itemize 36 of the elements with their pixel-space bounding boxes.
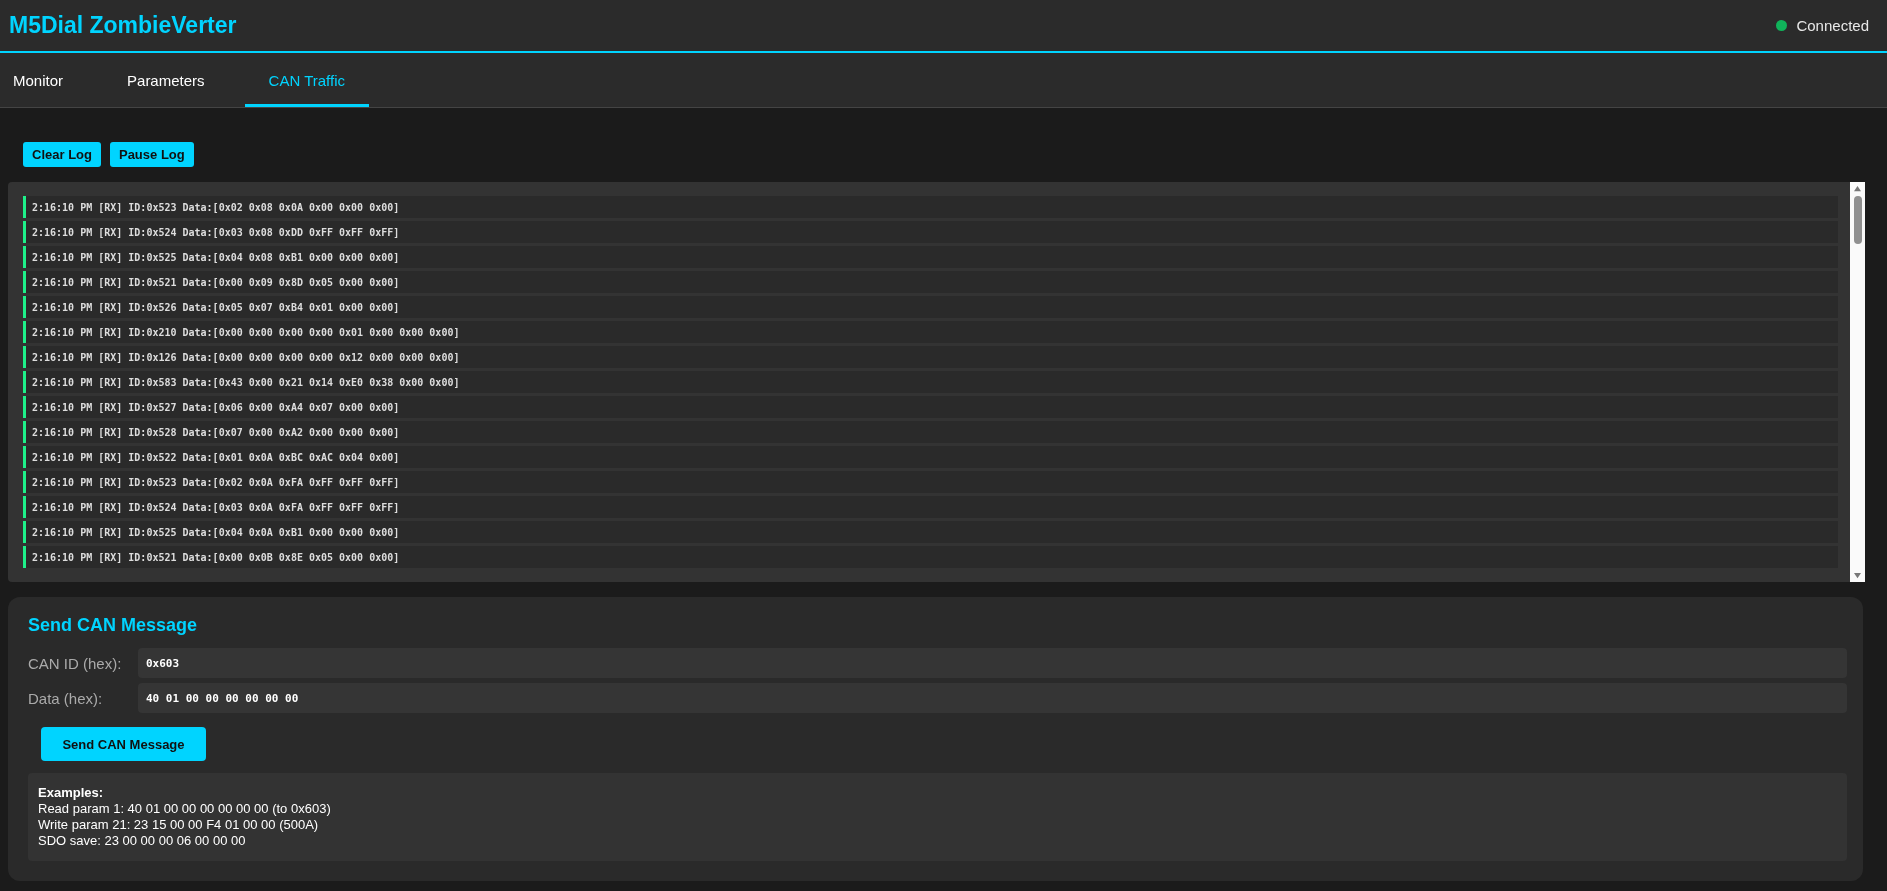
log-entry: 2:16:10 PM [RX] ID:0x524 Data:[0x03 0x0A 0xFA 0xFF 0xFF 0xFF] [23, 496, 1838, 518]
input-field[interactable]: 40 01 00 00 00 00 00 00 [138, 683, 1847, 713]
log-button[interactable]: Clear Log [23, 142, 101, 167]
scrollbar[interactable] [1850, 182, 1865, 582]
log-entry: 2:16:10 PM [RX] ID:0x524 Data:[0x03 0x08 0xDD 0xFF 0xFF 0xFF] [23, 221, 1838, 243]
tab[interactable]: Monitor [0, 53, 88, 107]
scroll-down-icon[interactable] [1853, 572, 1862, 579]
field-label: Data (hex): [28, 689, 104, 707]
log-entry: 2:16:10 PM [RX] ID:0x523 Data:[0x02 0x08 0x0A 0x00 0x00 0x00] [23, 196, 1838, 218]
log-button[interactable]: Pause Log [109, 142, 194, 167]
section-title: Send CAN Message [28, 615, 199, 636]
send-button[interactable]: Send CAN Message [41, 727, 206, 761]
log-entry: 2:16:10 PM [RX] ID:0x525 Data:[0x04 0x08 0xB1 0x00 0x00 0x00] [23, 246, 1838, 268]
example-line: SDO save: 23 00 00 00 06 00 00 00 [38, 833, 247, 849]
log-entry: 2:16:10 PM [RX] ID:0x583 Data:[0x43 0x00 0x21 0x14 0xE0 0x38 0x00 0x00] [23, 371, 1838, 393]
log-entry: 2:16:10 PM [RX] ID:0x521 Data:[0x00 0x0B 0x8E 0x05 0x00 0x00] [23, 546, 1838, 568]
example-line: Write param 21: 23 15 00 00 F4 01 00 00 (500A) [38, 817, 320, 833]
input-field[interactable]: 0x603 [138, 648, 1847, 678]
app-title: M5Dial ZombieVerter [9, 12, 237, 39]
examples-title: Examples: [38, 785, 105, 801]
field-label: CAN ID (hex): [28, 654, 123, 672]
tab[interactable]: Parameters [103, 53, 229, 107]
log-entry: 2:16:10 PM [RX] ID:0x523 Data:[0x02 0x0A 0xFA 0xFF 0xFF 0xFF] [23, 471, 1838, 493]
log-entry: 2:16:10 PM [RX] ID:0x210 Data:[0x00 0x00 0x00 0x00 0x01 0x00 0x00 0x00] [23, 321, 1838, 343]
log-entry: 2:16:10 PM [RX] ID:0x528 Data:[0x07 0x00 0xA2 0x00 0x00 0x00] [23, 421, 1838, 443]
tab[interactable]: CAN Traffic [244, 53, 369, 107]
status-label: Connected [1796, 17, 1869, 34]
log-entry: 2:16:10 PM [RX] ID:0x126 Data:[0x00 0x00 0x00 0x00 0x12 0x00 0x00 0x00] [23, 346, 1838, 368]
log-entry: 2:16:10 PM [RX] ID:0x525 Data:[0x04 0x0A 0xB1 0x00 0x00 0x00] [23, 521, 1838, 543]
log-entry: 2:16:10 PM [RX] ID:0x527 Data:[0x06 0x00 0xA4 0x07 0x00 0x00] [23, 396, 1838, 418]
scroll-up-icon[interactable] [1853, 185, 1862, 192]
log-entry: 2:16:10 PM [RX] ID:0x521 Data:[0x00 0x09 0x8D 0x05 0x00 0x00] [23, 271, 1838, 293]
log-entry: 2:16:10 PM [RX] ID:0x526 Data:[0x05 0x07 0xB4 0x01 0x00 0x00] [23, 296, 1838, 318]
scroll-thumb[interactable] [1853, 196, 1862, 244]
example-line: Read param 1: 40 01 00 00 00 00 00 00 (to 0x603) [38, 801, 332, 817]
log-entry: 2:16:10 PM [RX] ID:0x522 Data:[0x01 0x0A 0xBC 0xAC 0x04 0x00] [23, 446, 1838, 468]
